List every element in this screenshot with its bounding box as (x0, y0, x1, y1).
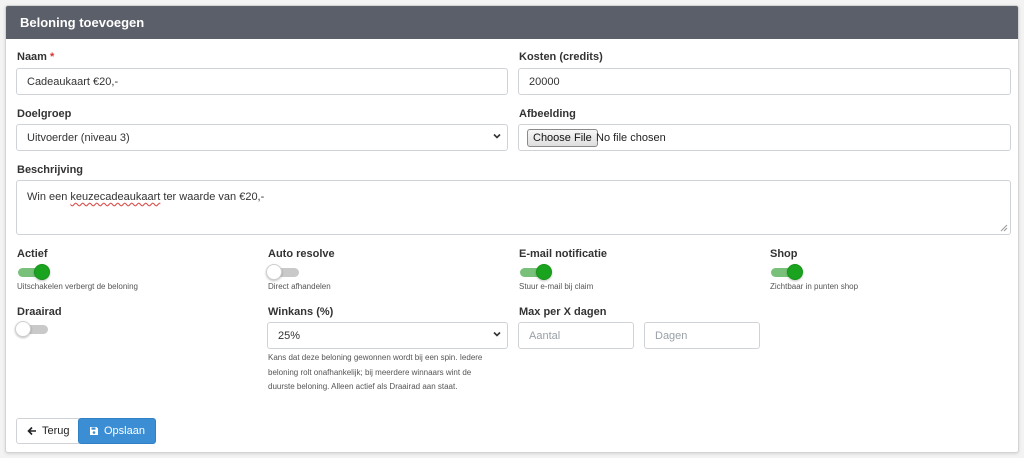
doelgroep-selected: Uitvoerder (niveau 3) (27, 132, 130, 144)
chevron-down-icon (493, 331, 501, 337)
shop-label: Shop (770, 248, 798, 260)
resize-grip-icon[interactable] (1000, 224, 1008, 232)
doelgroep-select[interactable]: Uitvoerder (niveau 3) (16, 124, 508, 151)
winkans-help: Kans dat deze beloning gewonnen wordt bi… (268, 351, 513, 395)
auto-resolve-hint: Direct afhandelen (268, 282, 331, 291)
afbeelding-file-input: Choose File No file chosen (518, 124, 1011, 151)
winkans-selected: 25% (278, 330, 301, 342)
actief-label: Actief (17, 248, 48, 260)
shop-hint: Zichtbaar in punten shop (770, 282, 859, 291)
auto-resolve-label: Auto resolve (268, 248, 335, 260)
beschrijving-textarea[interactable]: Win een keuzecadeaukaart ter waarde van … (16, 180, 1011, 235)
draairad-toggle[interactable] (15, 321, 51, 337)
email-notificatie-label: E-mail notificatie (519, 248, 608, 260)
winkans-help-line: beloning rolt onafhankelijk; bij meerder… (268, 367, 472, 377)
beschrijving-text-end: ter waarde van €20,- (160, 191, 265, 203)
beschrijving-text-misspelled: keuzecadeaukaart (70, 191, 161, 203)
actief-toggle[interactable] (17, 264, 51, 280)
winkans-label: Winkans (%) (268, 306, 334, 318)
add-reward-panel: Beloning toevoegen Naam * Kosten (credit… (5, 5, 1019, 453)
afbeelding-label: Afbeelding (519, 108, 576, 120)
aantal-input[interactable] (518, 322, 634, 349)
dagen-input[interactable] (644, 322, 760, 349)
file-status: No file chosen (596, 132, 666, 144)
arrow-left-icon (27, 426, 36, 436)
beschrijving-text-start: Win een (27, 191, 71, 203)
floppy-disk-icon (90, 427, 98, 435)
back-button[interactable]: Terug (16, 418, 81, 444)
winkans-select[interactable]: 25% (267, 322, 508, 349)
naam-input[interactable] (16, 68, 508, 95)
max-per-label: Max per X dagen (519, 306, 607, 318)
doelgroep-label: Doelgroep (17, 108, 72, 120)
email-notificatie-toggle[interactable] (519, 264, 553, 280)
save-button[interactable]: Opslaan (78, 418, 156, 444)
save-button-label: Opslaan (104, 425, 145, 437)
kosten-input[interactable] (518, 68, 1011, 95)
kosten-label: Kosten (credits) (519, 51, 603, 63)
beschrijving-label: Beschrijving (17, 164, 84, 176)
back-button-label: Terug (42, 425, 70, 437)
auto-resolve-toggle[interactable] (266, 264, 302, 280)
shop-toggle[interactable] (770, 264, 804, 280)
required-mark: * (50, 51, 55, 63)
panel-title: Beloning toevoegen (20, 15, 145, 30)
email-notificatie-hint: Stuur e-mail bij claim (519, 282, 594, 291)
chevron-down-icon (493, 133, 501, 139)
actief-hint: Uitschakelen verbergt de beloning (17, 282, 138, 291)
choose-file-button[interactable]: Choose File (527, 129, 598, 147)
winkans-help-line: Kans dat deze beloning gewonnen wordt bi… (268, 353, 483, 362)
winkans-help-line: duurste beloning. Alleen actief als Draa… (268, 382, 458, 391)
naam-label-text: Naam (17, 51, 47, 63)
panel-header: Beloning toevoegen (6, 6, 1018, 39)
draairad-label: Draairad (17, 306, 62, 318)
naam-label: Naam * (17, 51, 54, 63)
